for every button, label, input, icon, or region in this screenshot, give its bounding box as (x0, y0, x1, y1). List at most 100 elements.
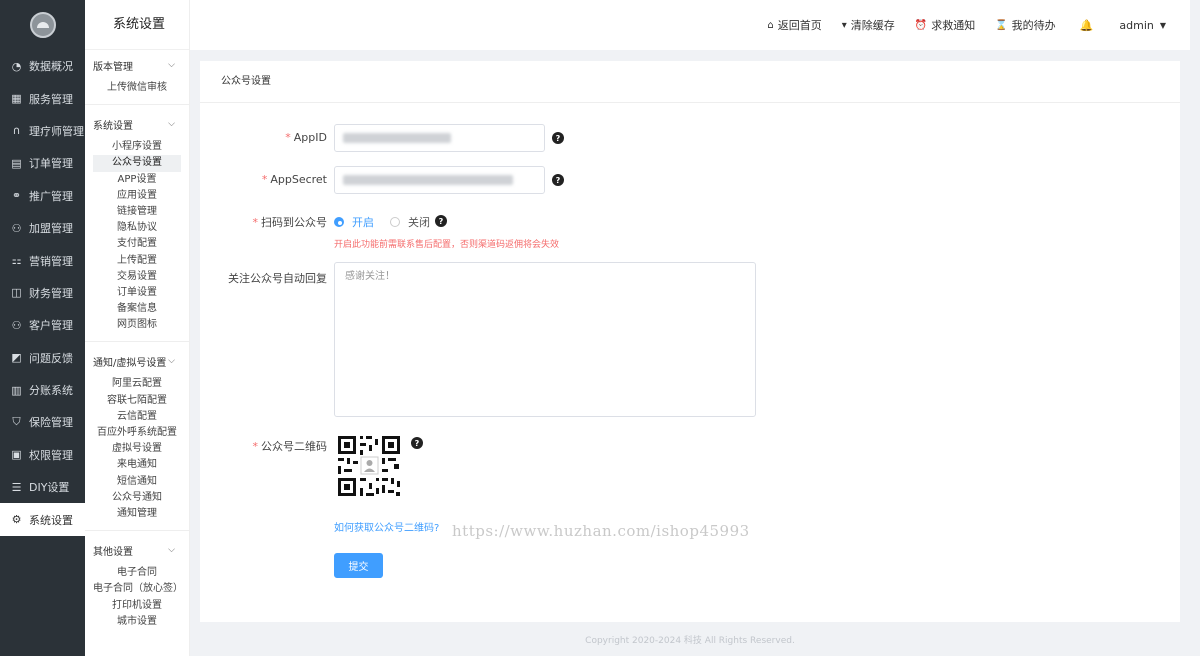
submenu-group-header[interactable]: 通知/虚拟号设置 ⌵ (85, 346, 189, 376)
nav-item-label: 加盟管理 (29, 222, 73, 236)
card-title: 公众号设置 (200, 61, 1180, 103)
shield-icon: ⛉ (12, 415, 21, 429)
submenu-item[interactable]: 百应外呼系统配置 (93, 425, 181, 441)
logo-icon (29, 12, 56, 38)
submenu-title: 系统设置 (85, 0, 189, 50)
appid-help-icon[interactable]: ? (552, 132, 564, 144)
submenu-group-title: 其他设置 (93, 546, 133, 558)
header-link[interactable]: ⌛ 我的待办 (995, 17, 1055, 33)
appsecret-masked-value (343, 175, 513, 185)
nav-item-label: 分账系统 (29, 384, 73, 398)
submenu-group-title: 版本管理 (93, 61, 133, 73)
submenu-item[interactable]: 电子合同 (93, 565, 181, 581)
nav-item[interactable]: ▤ 订单管理 (0, 147, 85, 179)
appsecret-help-icon[interactable]: ? (552, 174, 564, 186)
submenu-item[interactable]: 网页图标 (93, 317, 181, 333)
home-icon: ⌂ (767, 19, 774, 31)
bell-icon[interactable]: 🔔 (1080, 19, 1094, 32)
logo[interactable] (0, 0, 85, 50)
submit-button[interactable]: 提交 (334, 553, 383, 578)
main-sidebar: ◔ 数据概况 ▦ 服务管理 ∩ 理疗师管理 ▤ 订单管理 ⚭ 推广管理 ⚇ 加盟管理 ⚏ 营销管理 ◫ 财务管… (0, 0, 85, 656)
nav-item[interactable]: ⚇ 客户管理 (0, 309, 85, 341)
nav-item-label: 问题反馈 (29, 351, 73, 365)
nav-item[interactable]: ◔ 数据概况 (0, 50, 85, 82)
submenu-panel: 系统设置 版本管理 ⌵ 上传微信审核系统设置 ⌵ 小程序设置 公众号设置 APP设置 应用设置… (85, 0, 190, 656)
submenu-item[interactable]: 公众号设置 (93, 155, 181, 172)
submenu-item[interactable]: 上传微信审核 (93, 80, 181, 96)
chevron-down-icon: ⌵ (168, 356, 175, 367)
submenu-group-header[interactable]: 版本管理 ⌵ (85, 50, 189, 80)
users-icon: ⚇ (11, 318, 22, 332)
submenu-item[interactable]: 城市设置 (93, 614, 181, 630)
wallet-icon: ◫ (11, 286, 22, 300)
nav-item[interactable]: ⚏ 营销管理 (0, 244, 85, 276)
radio-off[interactable]: 关闭 (390, 214, 430, 230)
submenu-item[interactable]: 阿里云配置 (93, 376, 181, 392)
nav-item[interactable]: ▥ 分账系统 (0, 374, 85, 406)
nav-item[interactable]: ⚙ 系统设置 (0, 503, 85, 536)
submenu-item[interactable]: 上传配置 (93, 253, 181, 269)
submenu-item[interactable]: 隐私协议 (93, 220, 181, 236)
nav-item-label: 推广管理 (29, 189, 73, 203)
appid-input[interactable] (334, 124, 545, 152)
hourglass-icon: ⌛ (995, 19, 1008, 31)
submenu-item[interactable]: 订单设置 (93, 285, 181, 301)
header-link-label: 我的待办 (1011, 19, 1056, 32)
qr-code-image[interactable] (334, 433, 404, 499)
qr-label: * 公众号二维码 (252, 440, 328, 453)
user-menu[interactable]: admin ▼ (1119, 19, 1166, 32)
header-link[interactable]: ⌂ 返回首页 (767, 17, 821, 33)
appid-label: * AppID (285, 131, 327, 144)
submenu-item[interactable]: 云信配置 (93, 409, 181, 425)
calendar-icon: ▦ (11, 92, 22, 106)
qr-help-icon[interactable]: ? (411, 437, 423, 449)
feedback-icon: ◩ (11, 351, 22, 365)
submenu-item[interactable]: 容联七陌配置 (93, 393, 181, 409)
top-header: ⌂ 返回首页 ▾ 清除缓存 ⏰ 求救通知 ⌛ 我的待办 🔔 admin ▼ (190, 0, 1200, 50)
qr-help-link[interactable]: 如何获取公众号二维码? (334, 519, 439, 534)
submenu-item[interactable]: 备案信息 (93, 301, 181, 317)
submenu-item[interactable]: 交易设置 (93, 269, 181, 285)
submenu-item[interactable]: 公众号通知 (93, 490, 181, 506)
submenu-item[interactable]: 虚拟号设置 (93, 441, 181, 457)
nav-item-label: 营销管理 (29, 254, 73, 268)
submenu-item[interactable]: 打印机设置 (93, 598, 181, 614)
nav-item[interactable]: ◩ 问题反馈 (0, 342, 85, 374)
nav-item[interactable]: ◫ 财务管理 (0, 277, 85, 309)
chevron-down-icon: ⌵ (168, 119, 175, 130)
appsecret-input[interactable] (334, 166, 545, 194)
nav-item-label: 系统设置 (29, 513, 73, 527)
submenu-item[interactable]: 通知管理 (93, 506, 181, 522)
reply-textarea[interactable]: 感谢关注！ (334, 262, 756, 417)
submenu-group-header[interactable]: 系统设置 ⌵ (85, 109, 189, 139)
radio-on[interactable]: 开启 (334, 214, 374, 230)
nav-item[interactable]: ▦ 服务管理 (0, 82, 85, 114)
submenu-item[interactable]: 电子合同（放心签） (93, 581, 183, 597)
scan-help-icon[interactable]: ? (435, 215, 447, 227)
appsecret-label: * AppSecret (261, 173, 327, 186)
header-link[interactable]: ⏰ 求救通知 (915, 17, 975, 33)
submenu-item[interactable]: APP设置 (93, 172, 181, 188)
nav-item[interactable]: ∩ 理疗师管理 (0, 115, 85, 147)
nav-item[interactable]: ⚭ 推广管理 (0, 180, 85, 212)
submenu-item[interactable]: 短信通知 (93, 474, 181, 490)
submenu-item[interactable]: 支付配置 (93, 236, 181, 252)
nav-item-label: 财务管理 (29, 286, 73, 300)
submenu-group-header[interactable]: 其他设置 ⌵ (85, 535, 189, 565)
nav-item[interactable]: ⛉ 保险管理 (0, 406, 85, 438)
nav-item[interactable]: ☰ DIY设置 (0, 471, 85, 503)
diy-icon: ☰ (11, 480, 22, 494)
chevron-down-icon: ⌵ (168, 60, 175, 70)
gear-icon: ⚙ (11, 513, 22, 527)
nav-item[interactable]: ▣ 权限管理 (0, 439, 85, 471)
settings-card: 公众号设置 * AppID ? * AppSecret ? * 扫码到公众号 开启 关… (200, 61, 1180, 622)
nav-item[interactable]: ⚇ 加盟管理 (0, 212, 85, 244)
page-scrollbar[interactable] (1190, 0, 1200, 656)
brush-icon: ▾ (841, 19, 847, 31)
submenu-item[interactable]: 小程序设置 (93, 139, 181, 155)
header-link[interactable]: ▾ 清除缓存 (842, 17, 895, 33)
radio-on-dot (334, 217, 344, 227)
submenu-item[interactable]: 来电通知 (93, 457, 181, 473)
submenu-item[interactable]: 应用设置 (93, 188, 181, 204)
submenu-item[interactable]: 链接管理 (93, 204, 181, 220)
